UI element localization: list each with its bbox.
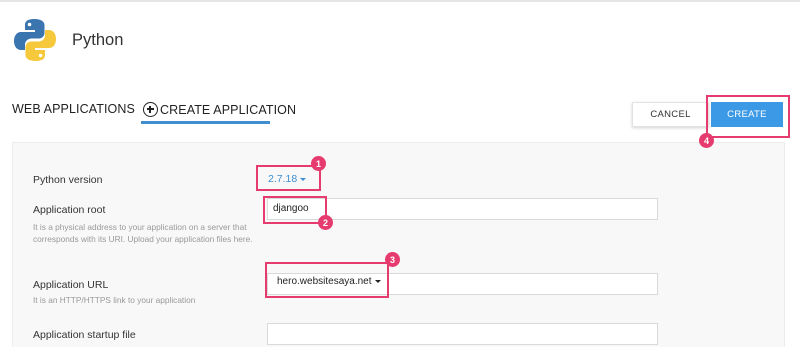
cancel-button[interactable]: CANCEL (632, 102, 709, 127)
highlight-box-1 (256, 165, 321, 191)
python-logo-icon (14, 19, 56, 61)
annotation-badge-2: 2 (318, 215, 333, 230)
app-url-hint: It is an HTTP/HTTPS link to your applica… (33, 295, 196, 305)
active-tab-indicator (141, 121, 270, 124)
annotation-badge-3: 3 (385, 252, 400, 267)
annotation-badge-4: 4 (699, 133, 714, 148)
startup-file-input[interactable] (267, 323, 658, 345)
highlight-box-3 (265, 262, 389, 298)
annotation-badge-1: 1 (311, 156, 326, 171)
tab-create-application-label: CREATE APPLICATION (160, 102, 297, 117)
app-url-label: Application URL (33, 279, 109, 291)
app-root-label: Application root (33, 204, 106, 216)
highlight-box-4 (706, 95, 790, 138)
plus-circle-icon (143, 102, 158, 117)
python-version-label: Python version (33, 174, 103, 186)
app-title: Python (72, 31, 124, 49)
tab-create-application[interactable]: CREATE APPLICATION (143, 102, 296, 117)
tab-web-applications[interactable]: WEB APPLICATIONS (12, 102, 135, 116)
top-divider (0, 0, 800, 2)
startup-file-label: Application startup file (33, 329, 136, 341)
app-root-hint: It is a physical address to your applica… (33, 222, 253, 244)
